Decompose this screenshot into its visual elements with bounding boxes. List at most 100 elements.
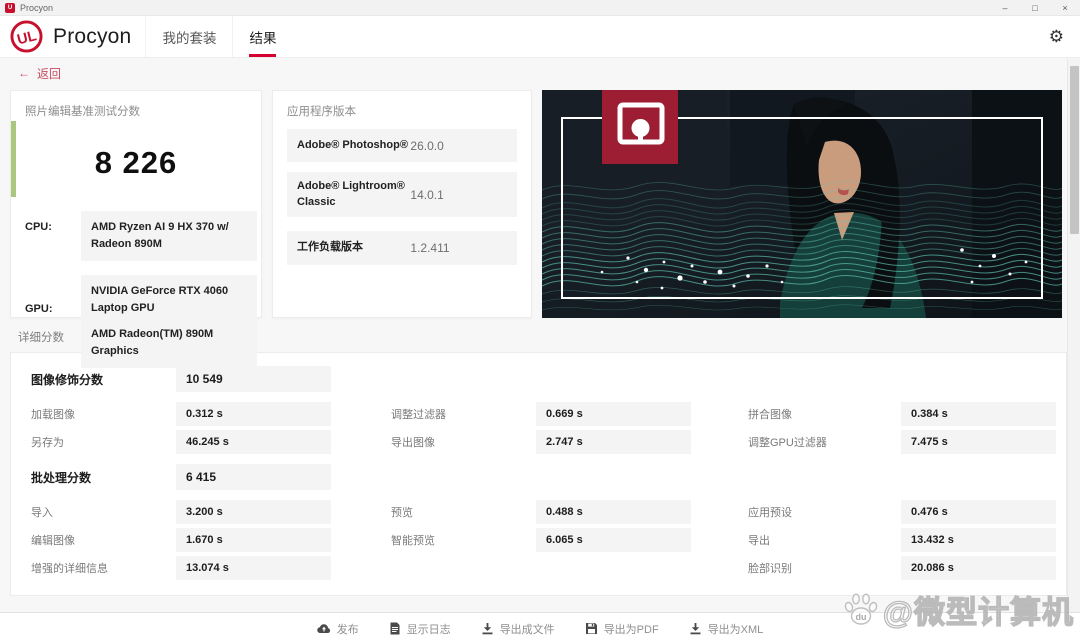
metric-value: 10 549 [176,366,331,392]
main-tabs: 我的套装 结果 [145,16,292,57]
metric-row: 加载图像 0.312 s 调整过滤器 0.669 s 拼合图像 0.384 s [11,402,1066,426]
metric-label: 编辑图像 [31,535,75,547]
scrollbar-thumb[interactable] [1070,66,1079,234]
back-link[interactable]: ← 返回 [18,65,61,82]
metric-value: 0.312 s [176,402,331,426]
version-label: Adobe® Lightroom® Classic [297,180,405,208]
metric-label: 调整GPU过滤器 [748,437,827,449]
version-row: Adobe® Photoshop® 26.0.0 [287,129,517,163]
export-xml-label: 导出为XML [707,623,764,636]
download-icon [690,623,701,635]
cloud-upload-icon [316,624,330,634]
metric-value: 13.074 s [176,556,331,580]
version-value: 26.0.0 [410,138,444,153]
minimize-button[interactable]: – [990,3,1020,13]
hero-illustration [542,90,1062,318]
versions-card-title: 应用程序版本 [287,106,356,118]
score-card-title: 照片编辑基准测试分数 [25,106,140,118]
gpu-value-1: NVIDIA GeForce RTX 4060 Laptop GPU [91,285,229,315]
back-label: 返回 [37,66,62,81]
metric-value: 0.384 s [901,402,1056,426]
metric-label: 导出 [748,535,770,547]
maximize-button[interactable]: □ [1020,3,1050,13]
cpu-value: AMD Ryzen AI 9 HX 370 w/ Radeon 890M [81,211,257,262]
version-label: 工作负载版本 [297,241,363,254]
back-bar: ← 返回 [0,58,1080,88]
version-row: 工作负载版本 1.2.411 [287,231,517,265]
export-pdf-button[interactable]: 导出为PDF [585,621,659,637]
metric-label: 预览 [391,507,413,519]
scrollbar-track[interactable] [1067,59,1080,612]
show-log-button[interactable]: 显示日志 [389,621,451,637]
gpu-value: NVIDIA GeForce RTX 4060 Laptop GPU AMD R… [81,275,257,369]
window-title: Procyon [20,2,54,13]
tab-results[interactable]: 结果 [232,16,292,57]
save-icon [585,623,597,634]
download-icon [482,623,493,635]
score-row: 批处理分数 6 415 [11,464,1066,490]
metric-label: 导出图像 [391,437,435,449]
benchmark-score: 8 226 [94,145,178,180]
footer-toolbar: 发布 显示日志 导出成文件 导出为PDF 导出为XML [0,612,1080,644]
metric-value: 6.065 s [536,528,691,552]
tab-my-suites[interactable]: 我的套装 [145,16,232,57]
metric-row: 导入 3.200 s 预览 0.488 s 应用预设 0.476 s [11,500,1066,524]
version-row: Adobe® Lightroom® Classic 14.0.1 [287,172,517,218]
window-controls: – □ × [990,3,1080,13]
publish-button[interactable]: 发布 [316,621,359,637]
detailed-scores-card: 图像修饰分数 10 549 加载图像 0.312 s 调整过滤器 0.669 s… [10,352,1067,596]
metric-label: 另存为 [31,437,64,449]
gpu-label: GPU: [25,303,53,316]
metric-value: 1.670 s [176,528,331,552]
summary-row: 照片编辑基准测试分数 8 226 CPU: AMD Ryzen AI 9 HX … [10,90,1067,369]
metric-value: 46.245 s [176,430,331,454]
export-file-label: 导出成文件 [499,623,555,636]
metric-value: 0.476 s [901,500,1056,524]
app-versions-card: 应用程序版本 Adobe® Photoshop® 26.0.0 Adobe® L… [272,90,532,318]
metric-label: 拼合图像 [748,409,792,421]
score-row: 图像修饰分数 10 549 [11,366,1066,392]
metric-value: 13.432 s [901,528,1056,552]
metric-label: 智能预览 [391,535,435,547]
metric-label: 应用预设 [748,507,792,519]
metric-row: 另存为 46.245 s 导出图像 2.747 s 调整GPU过滤器 7.475… [11,430,1066,454]
procyon-badge-icon [602,90,678,164]
gpu-value-2: AMD Radeon(TM) 890M Graphics [91,328,214,358]
cpu-label: CPU: [25,221,52,233]
export-pdf-label: 导出为PDF [603,623,659,636]
metric-value: 0.488 s [536,500,691,524]
settings-gear-icon[interactable]: ⚙ [1049,16,1080,57]
app-mini-icon: U [5,2,15,13]
svg-text:UL: UL [16,28,39,48]
metric-value: 3.200 s [176,500,331,524]
benchmark-score-card: 照片编辑基准测试分数 8 226 CPU: AMD Ryzen AI 9 HX … [10,90,262,369]
export-xml-button[interactable]: 导出为XML [689,621,764,637]
metric-row: 编辑图像 1.670 s 智能预览 6.065 s 导出 13.432 s [11,528,1066,552]
version-label: Adobe® Photoshop® [297,139,408,151]
version-value: 14.0.1 [410,187,444,202]
close-button[interactable]: × [1050,3,1080,13]
cpu-row: CPU: AMD Ryzen AI 9 HX 370 w/ Radeon 890… [11,211,257,262]
metric-value: 6 415 [176,464,331,490]
metric-label: 增强的详细信息 [31,563,108,575]
export-file-button[interactable]: 导出成文件 [481,621,555,637]
score-accent-bar [11,121,16,197]
metric-value: 20.086 s [901,556,1056,580]
metric-row: 增强的详细信息 13.074 s 脸部识别 20.086 s [11,556,1066,580]
metric-label: 导入 [31,507,53,519]
log-document-icon [390,622,400,635]
metric-value: 0.669 s [536,402,691,426]
metric-label: 图像修饰分数 [31,372,104,387]
metric-label: 调整过滤器 [391,409,446,421]
app-header: UL Procyon 我的套装 结果 ⚙ [0,16,1080,58]
benchmark-hero-image [542,90,1062,318]
metric-label: 批处理分数 [31,470,92,485]
metric-label: 脸部识别 [748,563,792,575]
publish-label: 发布 [336,623,359,636]
os-titlebar: U Procyon – □ × [0,0,1080,16]
ul-logo-icon: UL [10,20,43,53]
metric-label: 加载图像 [31,409,75,421]
gpu-row: GPU: NVIDIA GeForce RTX 4060 Laptop GPU … [11,275,257,369]
version-value: 1.2.411 [410,240,450,255]
show-log-label: 显示日志 [406,623,451,636]
